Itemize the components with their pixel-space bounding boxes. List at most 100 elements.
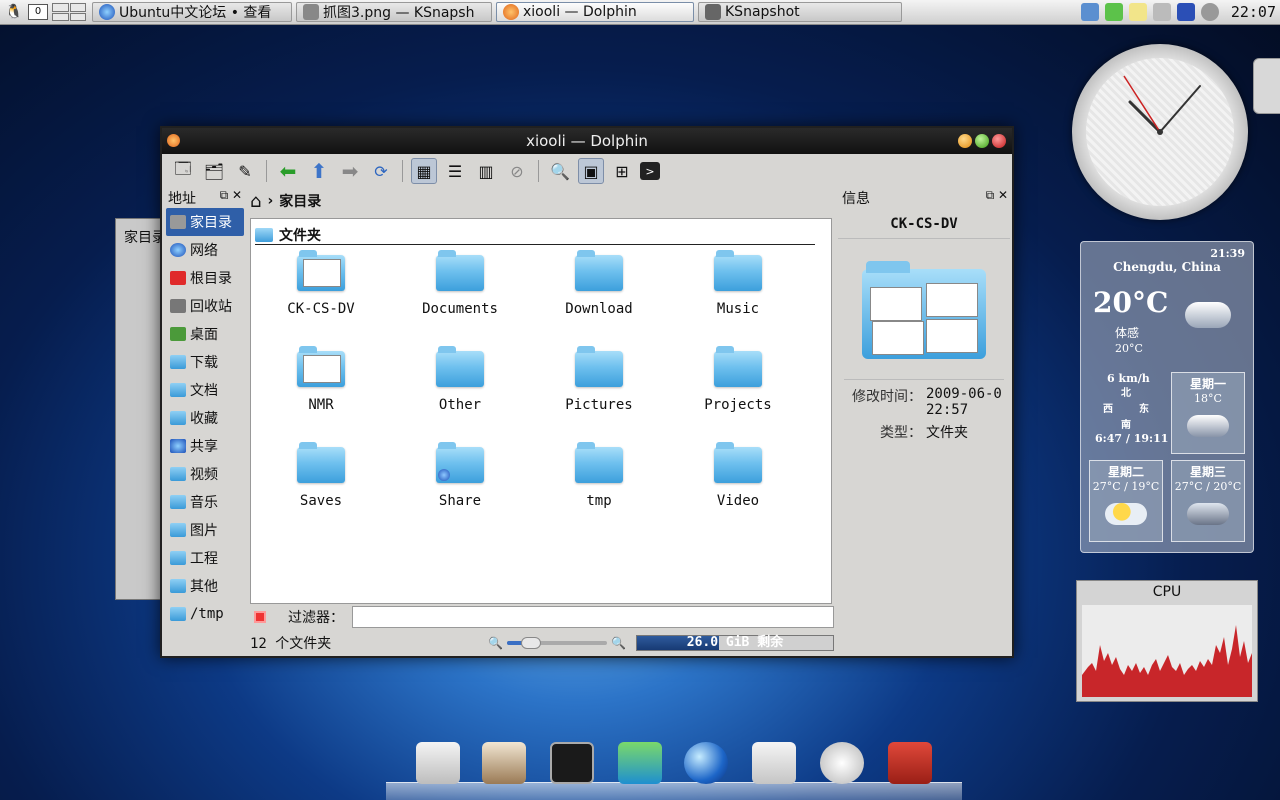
terminal-icon[interactable] — [550, 742, 594, 784]
place-label: 视频 — [190, 467, 218, 483]
close-icon[interactable]: ⧉ ✕ — [220, 188, 242, 203]
file-item[interactable]: Other — [400, 346, 520, 441]
file-item[interactable]: Video — [678, 442, 798, 537]
rename-button[interactable]: ✎ — [232, 158, 258, 184]
place-label: 家目录 — [190, 215, 232, 231]
chevron-right-icon[interactable]: › — [267, 193, 273, 209]
find-button[interactable]: 🔍 — [547, 158, 573, 184]
icons-view-button[interactable]: ▦ — [411, 158, 437, 184]
close-button[interactable] — [992, 134, 1006, 148]
place-root[interactable]: 根目录 — [166, 264, 244, 292]
new-window-button[interactable]: 🗔 — [170, 158, 196, 184]
desktop-number[interactable]: 0 — [28, 4, 48, 20]
split-button[interactable]: ▣ — [578, 158, 604, 184]
info-icon[interactable] — [1200, 3, 1219, 21]
place-trash[interactable]: 回收站 — [166, 292, 244, 320]
place-desktop[interactable]: 桌面 — [166, 320, 244, 348]
breadcrumb-current[interactable]: 家目录 — [279, 191, 321, 211]
task-forum[interactable]: Ubuntu中文论坛 • 查看 — [92, 2, 292, 22]
columns-view-button[interactable]: ▥ — [473, 158, 499, 184]
kde-menu-icon[interactable]: 🐧 — [3, 1, 25, 23]
file-view[interactable]: 文件夹 CK-CS-DV Documents Download Music NM… — [250, 218, 832, 604]
task-dolphin[interactable]: xiooli — Dolphin — [496, 2, 694, 22]
cpu-monitor-widget[interactable]: CPU — [1076, 580, 1258, 702]
battery-icon[interactable] — [1104, 3, 1123, 21]
zoom-out-icon[interactable]: 🔍 — [488, 636, 503, 650]
maximize-button[interactable] — [975, 134, 989, 148]
preview-button[interactable]: ⊘ — [504, 158, 530, 184]
desktop-toolbox[interactable] — [1253, 58, 1280, 114]
place-network[interactable]: 网络 — [166, 236, 244, 264]
home-icon[interactable] — [482, 742, 526, 784]
panel-clock[interactable]: 22:07 — [1231, 3, 1276, 21]
place-videos[interactable]: 视频 — [166, 460, 244, 488]
pager[interactable] — [52, 3, 86, 21]
network-icon — [170, 243, 186, 257]
file-item[interactable]: Projects — [678, 346, 798, 441]
weather-feel: 20°C — [1115, 342, 1143, 355]
file-item[interactable]: CK-CS-DV — [261, 250, 381, 345]
new-folder-button[interactable]: ⊞ — [609, 158, 635, 184]
file-item[interactable]: Documents — [400, 250, 520, 345]
folder-icon — [255, 227, 273, 242]
close-filter-icon[interactable] — [254, 611, 266, 623]
zoom-in-icon[interactable]: 🔍 — [611, 636, 626, 650]
place-share[interactable]: 共享 — [166, 432, 244, 460]
place-other[interactable]: 其他 — [166, 572, 244, 600]
zoom-handle[interactable] — [521, 637, 542, 649]
zoom-track[interactable] — [507, 637, 608, 649]
terminal-button[interactable]: > — [640, 162, 660, 180]
media-player-icon[interactable] — [820, 742, 864, 784]
group-title: 文件夹 — [279, 227, 321, 244]
close-icon[interactable]: ⧉ ✕ — [986, 188, 1008, 203]
filter-input[interactable] — [352, 606, 834, 628]
place-projects[interactable]: 工程 — [166, 544, 244, 572]
input-method-icon[interactable] — [1176, 3, 1195, 21]
minimize-button[interactable] — [958, 134, 972, 148]
network-icon[interactable] — [1080, 3, 1099, 21]
toolbar-separator — [538, 160, 539, 182]
weather-widget[interactable]: 21:39 Chengdu, China 20°C 体感 20°C 6 km/h… — [1080, 241, 1254, 553]
file-item[interactable]: Pictures — [539, 346, 659, 441]
file-item[interactable]: NMR — [261, 346, 381, 441]
file-item[interactable]: tmp — [539, 442, 659, 537]
up-button[interactable]: ⬆ — [306, 158, 332, 184]
place-music[interactable]: 音乐 — [166, 488, 244, 516]
place-favorites[interactable]: 收藏 — [166, 404, 244, 432]
zoom-slider[interactable]: 🔍 🔍 — [488, 636, 626, 650]
back-button[interactable]: ⬅ — [275, 158, 301, 184]
forward-button[interactable]: ➡ — [337, 158, 363, 184]
places-header: 地址 ⧉ ✕ — [166, 188, 244, 208]
analog-clock-widget[interactable] — [1072, 44, 1248, 220]
mail-icon[interactable] — [752, 742, 796, 784]
reload-button[interactable]: ⟳ — [368, 158, 394, 184]
title-bar[interactable]: xiooli — Dolphin — [162, 128, 1012, 154]
details-view-button[interactable]: ☰ — [442, 158, 468, 184]
weather-sun-times: 6:47 / 19:11 — [1095, 432, 1169, 445]
place-pictures[interactable]: 图片 — [166, 516, 244, 544]
task-label: 抓图3.png — KSnapsh — [323, 5, 475, 21]
file-item[interactable]: Saves — [261, 442, 381, 537]
file-name: Pictures — [565, 397, 633, 413]
places-header-label: 地址 — [168, 191, 196, 207]
shared-folder-icon — [170, 439, 186, 453]
task-ksnapshot[interactable]: KSnapshot — [698, 2, 902, 22]
switch-icon[interactable] — [416, 742, 460, 784]
home-icon[interactable]: ⌂ — [250, 191, 261, 212]
forecast-temp: 18°C — [1194, 392, 1222, 405]
task-ksnapshot-image[interactable]: 抓图3.png — KSnapsh — [296, 2, 492, 22]
file-item[interactable]: Share — [400, 442, 520, 537]
dolphin-icon[interactable] — [167, 134, 180, 147]
file-item[interactable]: Music — [678, 250, 798, 345]
clipboard-icon[interactable] — [1128, 3, 1147, 21]
dictionary-icon[interactable] — [888, 742, 932, 784]
download-icon[interactable] — [618, 742, 662, 784]
place-home[interactable]: 家目录 — [166, 208, 244, 236]
place-documents[interactable]: 文档 — [166, 376, 244, 404]
place-tmp[interactable]: /tmp — [166, 600, 244, 628]
file-item[interactable]: Download — [539, 250, 659, 345]
volume-icon[interactable] — [1152, 3, 1171, 21]
new-tab-button[interactable]: 🗂 — [201, 158, 227, 184]
place-downloads[interactable]: 下载 — [166, 348, 244, 376]
browser-icon[interactable] — [684, 742, 728, 784]
